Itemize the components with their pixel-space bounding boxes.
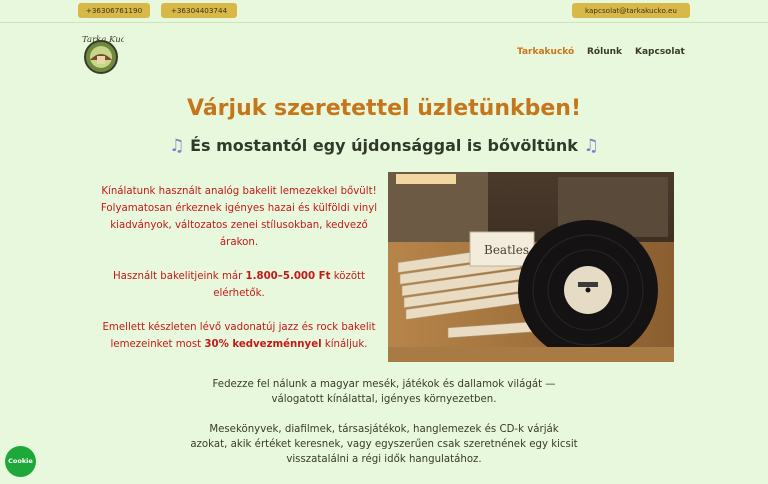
nav-link-about[interactable]: Rólunk [587, 47, 622, 57]
vinyl-records-photo: Beatles [388, 172, 674, 362]
svg-text:Tarka Kuckó: Tarka Kuckó [82, 34, 124, 45]
phone-2-button[interactable]: +36304403744 [161, 3, 237, 18]
top-contact-bar: +36306761190 +36304403744 kapcsolat@tark… [0, 0, 768, 23]
promo-paragraph-2: Használt bakelitjeink már 1.800–5.000 Ft… [112, 271, 366, 299]
page-title: Várjuk szeretettel üzletünkben! [187, 96, 581, 121]
music-note-icon: ♫ [583, 136, 599, 156]
subtitle-text: És mostantól egy újdonsággal is bővöltün… [190, 136, 578, 155]
promo-paragraph-1: Kínálatunk használt analóg bakelit lemez… [100, 186, 378, 248]
nav-link-home[interactable]: Tarkakuckó [517, 47, 574, 57]
vinyl-promo-text: Kínálatunk használt analóg bakelit lemez… [100, 183, 378, 370]
email-button[interactable]: kapcsolat@tarkakucko.eu [572, 3, 690, 18]
price-range: 1.800–5.000 Ft [245, 271, 331, 282]
cookie-button[interactable]: Cookie [5, 446, 36, 477]
description-paragraph-2: Mesekönyvek, diafilmek, társasjátékok, h… [190, 424, 578, 465]
promo-paragraph-3: Emellett készleten lévő vadonatúj jazz é… [102, 322, 376, 350]
site-logo[interactable]: Tarka Kuckó [78, 30, 136, 76]
page-subtitle: ♫ És mostantól egy újdonsággal is bővölt… [0, 136, 768, 156]
music-note-icon: ♫ [169, 136, 185, 156]
shop-description: Fedezze fel nálunk a magyar mesék, játék… [190, 377, 578, 482]
phone-1-button[interactable]: +36306761190 [78, 3, 150, 18]
photo-beatles-label: Beatles [484, 243, 529, 257]
nav-link-contact[interactable]: Kapcsolat [635, 47, 685, 57]
discount-highlight: 30% kedvezménnyel [204, 339, 322, 350]
description-paragraph-1: Fedezze fel nálunk a magyar mesék, játék… [212, 379, 556, 405]
